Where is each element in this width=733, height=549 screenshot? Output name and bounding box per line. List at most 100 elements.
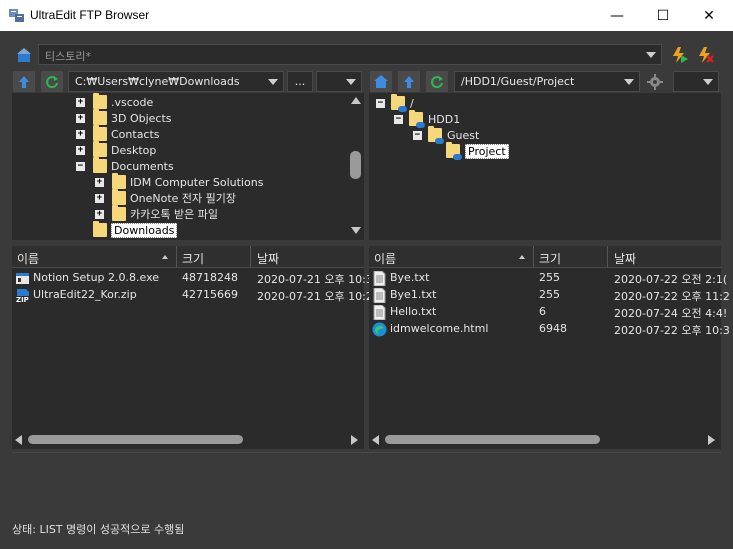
- scroll-down-icon[interactable]: [351, 227, 361, 234]
- remote-refresh-button[interactable]: [426, 71, 448, 92]
- remote-tree[interactable]: − / − HDD1− Guest Project: [369, 93, 721, 240]
- list-item[interactable]: Notion Setup 2.0.8.exe 48718248 2020-07-21…: [12, 270, 373, 287]
- chevron-down-icon: [624, 79, 634, 85]
- collapse-icon[interactable]: −: [413, 130, 422, 140]
- folder-icon: [93, 125, 107, 141]
- folder-icon: [93, 141, 107, 157]
- local-up-button[interactable]: [13, 71, 35, 92]
- file-name: Hello.txt: [390, 305, 437, 318]
- remote-filter-combo[interactable]: [673, 71, 719, 92]
- remote-hscroll[interactable]: [369, 433, 721, 447]
- network-folder-icon: [409, 110, 425, 128]
- list-item[interactable]: Bye1.txt 255 2020-07-22 오후 11:2: [369, 287, 730, 304]
- local-browse-button[interactable]: ...: [287, 71, 313, 92]
- app-icon: [9, 9, 24, 22]
- expand-icon[interactable]: +: [95, 209, 104, 219]
- tree-item[interactable]: − /: [376, 94, 414, 112]
- text-file-icon: [373, 288, 386, 303]
- folder-icon: [93, 221, 107, 237]
- tree-item[interactable]: + Desktop: [76, 141, 156, 158]
- collapse-icon[interactable]: −: [394, 114, 403, 124]
- tree-item[interactable]: − Documents: [76, 157, 174, 174]
- remote-settings-button[interactable]: [644, 71, 666, 92]
- local-path-combo[interactable]: C:₩Users₩clyne₩Downloads: [68, 71, 284, 92]
- expand-icon[interactable]: +: [76, 97, 85, 107]
- file-name: UltraEdit22_Kor.zip: [33, 288, 137, 301]
- home-icon: [374, 75, 388, 88]
- expand-icon[interactable]: +: [76, 113, 85, 123]
- list-item[interactable]: Hello.txt 6 2020-07-24 오전 4:4!: [369, 304, 727, 321]
- tree-item-label: Documents: [111, 159, 174, 173]
- local-refresh-button[interactable]: [41, 71, 63, 92]
- collapse-icon[interactable]: −: [376, 98, 385, 108]
- tree-item[interactable]: +3D Objects: [76, 109, 172, 126]
- zip-icon: ZIP: [16, 289, 29, 303]
- connect-button[interactable]: [668, 44, 690, 65]
- scroll-thumb[interactable]: [385, 435, 600, 444]
- local-filter-combo[interactable]: [316, 71, 362, 92]
- maximize-button[interactable]: ☐: [640, 0, 686, 31]
- maximize-icon: ☐: [656, 7, 670, 24]
- tree-item[interactable]: − HDD1: [394, 110, 460, 128]
- folder-icon: [93, 93, 107, 109]
- col-name[interactable]: 이름: [17, 250, 39, 267]
- col-name[interactable]: 이름: [374, 250, 396, 267]
- tree-item-label: OneNote 전자 필기장: [130, 192, 237, 205]
- tree-item[interactable]: + .vscode: [76, 93, 153, 110]
- remote-toolbar: /HDD1/Guest/Project: [369, 71, 721, 92]
- remote-up-button[interactable]: [398, 71, 420, 92]
- chevron-down-icon: [703, 79, 713, 85]
- file-name: Bye1.txt: [390, 288, 437, 301]
- tree-item[interactable]: + 카카오톡 받은 파일: [95, 205, 218, 222]
- local-hscroll[interactable]: [12, 433, 364, 447]
- tree-item-label: IDM Computer Solutions: [130, 175, 264, 189]
- tree-item[interactable]: Project: [431, 142, 509, 160]
- remote-home-button[interactable]: [370, 71, 392, 92]
- local-tree-scrollbar[interactable]: [347, 93, 364, 240]
- expand-icon[interactable]: +: [95, 193, 104, 203]
- server-button[interactable]: [13, 44, 35, 65]
- file-size: 6: [539, 305, 546, 318]
- file-size: 48718248: [182, 271, 238, 284]
- col-size[interactable]: 크기: [182, 250, 204, 267]
- list-item[interactable]: Bye.txt 255 2020-07-22 오전 2:1(: [369, 270, 727, 287]
- title-bar: UltraEdit FTP Browser — ☐ ✕: [0, 0, 733, 31]
- scroll-thumb[interactable]: [350, 151, 361, 179]
- scroll-right-icon[interactable]: [351, 435, 358, 445]
- col-date[interactable]: 날짜: [257, 250, 279, 267]
- tree-item-label: Guest: [447, 128, 480, 142]
- remote-path-combo[interactable]: /HDD1/Guest/Project: [454, 71, 640, 92]
- local-list-header: 이름 크기 날짜: [12, 246, 364, 268]
- expand-icon[interactable]: +: [76, 129, 85, 139]
- scroll-left-icon[interactable]: [372, 435, 379, 445]
- tree-item[interactable]: + IDM Computer Solutions: [95, 173, 264, 190]
- history-combo[interactable]: 티스토리*: [38, 44, 662, 65]
- scroll-thumb[interactable]: [28, 435, 243, 444]
- scroll-left-icon[interactable]: [15, 435, 22, 445]
- scroll-right-icon[interactable]: [708, 435, 715, 445]
- col-size[interactable]: 크기: [539, 250, 561, 267]
- file-date: 2020-07-22 오후 10:3: [614, 324, 730, 337]
- col-date[interactable]: 날짜: [614, 250, 636, 267]
- tree-item-label: 3D Objects: [111, 111, 172, 125]
- collapse-icon[interactable]: −: [76, 161, 85, 171]
- file-size: 42715669: [182, 288, 238, 301]
- tree-item[interactable]: − Guest: [413, 126, 480, 144]
- tree-item[interactable]: Downloads: [76, 221, 178, 238]
- minimize-button[interactable]: —: [594, 0, 640, 31]
- list-item[interactable]: ZIP UltraEdit22_Kor.zip 42715669 2020-07-21…: [12, 287, 373, 304]
- expand-icon[interactable]: +: [76, 145, 85, 155]
- list-item[interactable]: idmwelcome.html 6948 2020-07-22 오후 10:3: [369, 321, 730, 338]
- scroll-up-icon[interactable]: [351, 97, 361, 104]
- expand-icon[interactable]: +: [95, 177, 104, 187]
- local-file-list[interactable]: 이름 크기 날짜 Notion Setup 2.0.8.exe 48718248 2…: [12, 246, 373, 449]
- history-placeholder: 티스토리*: [45, 50, 91, 63]
- close-button[interactable]: ✕: [686, 0, 732, 31]
- disconnect-button[interactable]: [694, 44, 716, 65]
- local-tree[interactable]: + .vscode +3D Objects + Contacts + Desktop − Doc…: [12, 93, 364, 240]
- tree-item[interactable]: + OneNote 전자 필기장: [95, 189, 237, 206]
- arrow-up-icon: [19, 75, 29, 88]
- tree-item[interactable]: + Contacts: [76, 125, 160, 142]
- edge-html-icon: [372, 322, 387, 337]
- remote-file-list[interactable]: 이름 크기 날짜 Bye.txt 255 2020-07-22 오전 2:1(Bye…: [369, 246, 730, 449]
